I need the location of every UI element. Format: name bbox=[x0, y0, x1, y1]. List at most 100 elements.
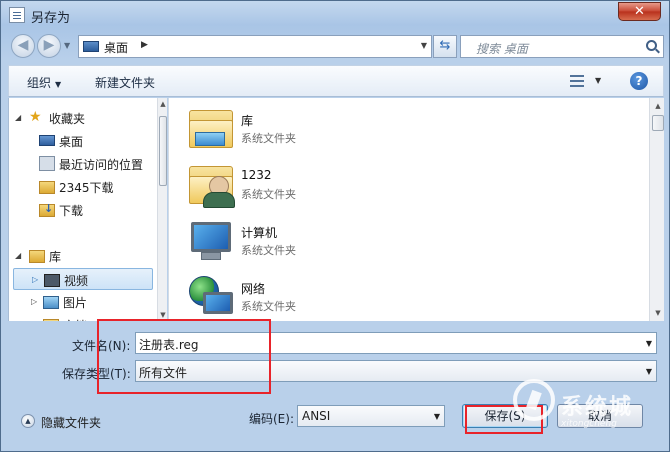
sidebar-item-recent-places[interactable]: 最近访问的位置 bbox=[35, 153, 153, 175]
address-dropdown[interactable]: ▼ bbox=[421, 41, 427, 50]
close-button[interactable]: ✕ bbox=[618, 2, 661, 21]
sidebar-item-videos[interactable]: ▷ 视频 bbox=[13, 268, 153, 290]
sidebar-item-desktop[interactable]: 桌面 bbox=[35, 130, 153, 152]
collapse-arrow-icon[interactable]: ◢ bbox=[15, 113, 21, 122]
filename-label: 文件名(N): bbox=[72, 339, 131, 353]
folder-icon bbox=[39, 181, 55, 194]
file-item-user-1232[interactable]: 1232 系统文件夹 bbox=[187, 158, 587, 212]
filename-value[interactable]: 注册表.reg bbox=[139, 336, 199, 353]
organize-button[interactable]: 组织 ▼ bbox=[27, 74, 61, 91]
documents-icon bbox=[43, 319, 59, 321]
cancel-button[interactable]: 取消 bbox=[557, 404, 643, 428]
chevron-down-icon[interactable]: ▼ bbox=[646, 367, 652, 376]
back-button[interactable]: ◀ bbox=[11, 34, 35, 58]
navigation-pane-scrollbar[interactable]: ▲ ▼ bbox=[157, 98, 167, 321]
sidebar-item-documents[interactable]: ▷ 文档 bbox=[13, 314, 153, 321]
expand-arrow-icon[interactable]: ▷ bbox=[31, 320, 37, 321]
filetype-select[interactable]: 所有文件 ▼ bbox=[135, 360, 657, 382]
sidebar-item-favorites[interactable]: ◢ ★ 收藏夹 bbox=[13, 107, 153, 129]
expand-arrow-icon[interactable]: ▷ bbox=[32, 275, 38, 284]
pictures-icon bbox=[43, 296, 59, 309]
scroll-down-icon[interactable]: ▼ bbox=[653, 309, 663, 317]
user-folder-icon bbox=[187, 162, 235, 208]
save-as-dialog: 另存为 ✕ ◀ ▶ ▼ 桌面 ▶ ▼ ⇆ 搜索 桌面 组织 ▼ 新建文件夹 ▼ ?… bbox=[0, 0, 670, 452]
filetype-label: 保存类型(T): bbox=[62, 367, 131, 381]
file-item-network[interactable]: 网络 系统文件夹 bbox=[187, 270, 587, 321]
network-icon bbox=[187, 274, 235, 320]
file-type: 系统文件夹 bbox=[241, 244, 296, 257]
highlight-box-filename-type bbox=[97, 319, 271, 394]
encoding-select[interactable]: ANSI ▼ bbox=[297, 405, 445, 427]
filetype-value: 所有文件 bbox=[139, 366, 188, 380]
search-input[interactable]: 搜索 桌面 bbox=[460, 35, 664, 58]
star-icon: ★ bbox=[29, 109, 42, 125]
sidebar-item-pictures[interactable]: ▷ 图片 bbox=[13, 291, 153, 313]
recent-pages-dropdown[interactable]: ▼ bbox=[64, 41, 70, 50]
search-icon[interactable] bbox=[646, 40, 657, 51]
new-folder-button[interactable]: 新建文件夹 bbox=[95, 74, 155, 91]
navigation-pane: ◢ ★ 收藏夹 桌面 最近访问的位置 2345下载 下载 ◢ 库 ▷ 视频 bbox=[8, 98, 167, 321]
file-name: 库 bbox=[241, 114, 254, 128]
downloads-icon bbox=[39, 202, 55, 217]
search-placeholder: 搜索 桌面 bbox=[476, 42, 528, 56]
window-title: 另存为 bbox=[31, 11, 71, 26]
navigation-bar: ◀ ▶ ▼ 桌面 ▶ ▼ ⇆ 搜索 桌面 bbox=[8, 31, 664, 59]
title-bar: 另存为 ✕ bbox=[1, 1, 669, 31]
sidebar-item-label: 库 bbox=[49, 250, 62, 264]
chevron-down-icon[interactable]: ▼ bbox=[646, 339, 652, 348]
file-item-computer[interactable]: 计算机 系统文件夹 bbox=[187, 214, 587, 268]
sidebar-item-label: 2345下载 bbox=[59, 181, 114, 195]
file-item-library[interactable]: 库 系统文件夹 bbox=[187, 102, 587, 156]
address-location[interactable]: 桌面 bbox=[104, 39, 128, 56]
file-name: 计算机 bbox=[241, 226, 278, 240]
encoding-value: ANSI bbox=[302, 409, 331, 423]
save-button[interactable]: 保存(S) bbox=[462, 404, 548, 428]
command-toolbar: 组织 ▼ 新建文件夹 ▼ ? bbox=[8, 65, 664, 97]
sidebar-item-label: 桌面 bbox=[59, 135, 84, 149]
notepad-icon bbox=[9, 7, 25, 23]
filename-input[interactable]: 注册表.reg ▼ bbox=[135, 332, 657, 354]
sidebar-item-downloads[interactable]: 下载 bbox=[35, 199, 153, 221]
sidebar-item-label: 收藏夹 bbox=[49, 112, 86, 126]
scroll-up-icon[interactable]: ▲ bbox=[159, 100, 167, 108]
forward-button[interactable]: ▶ bbox=[37, 34, 61, 58]
sidebar-item-2345-downloads[interactable]: 2345下载 bbox=[35, 176, 153, 198]
view-dropdown[interactable]: ▼ bbox=[595, 76, 601, 85]
sidebar-item-label: 图片 bbox=[63, 296, 88, 310]
sidebar-item-label: 下载 bbox=[59, 204, 84, 218]
file-name: 网络 bbox=[241, 282, 266, 296]
library-icon bbox=[29, 250, 45, 263]
file-name: 1232 bbox=[241, 168, 272, 182]
file-type: 系统文件夹 bbox=[241, 300, 296, 313]
recent-places-icon bbox=[39, 156, 55, 171]
computer-icon bbox=[187, 218, 235, 264]
file-type: 系统文件夹 bbox=[241, 188, 296, 201]
collapse-arrow-icon[interactable]: ◢ bbox=[15, 251, 21, 260]
scrollbar-thumb[interactable] bbox=[652, 115, 664, 131]
desktop-icon bbox=[83, 41, 99, 52]
desktop-icon bbox=[39, 135, 55, 146]
encoding-label: 编码(E): bbox=[249, 412, 294, 426]
help-icon[interactable]: ? bbox=[630, 72, 648, 90]
scroll-down-icon[interactable]: ▼ bbox=[159, 311, 167, 319]
collapse-up-icon[interactable]: ▲ bbox=[21, 414, 35, 428]
sidebar-item-label: 最近访问的位置 bbox=[59, 158, 144, 172]
hide-folders-label: 隐藏文件夹 bbox=[41, 416, 102, 430]
refresh-button[interactable]: ⇆ bbox=[433, 35, 457, 58]
file-type: 系统文件夹 bbox=[241, 132, 296, 145]
organize-label: 组织 bbox=[27, 76, 52, 90]
view-options-icon[interactable] bbox=[570, 75, 584, 87]
file-list-scrollbar[interactable]: ▲ ▼ bbox=[649, 98, 664, 321]
video-icon bbox=[44, 274, 60, 287]
chevron-down-icon[interactable]: ▼ bbox=[434, 412, 440, 421]
scrollbar-thumb[interactable] bbox=[159, 116, 167, 186]
sidebar-item-label: 文档 bbox=[63, 317, 87, 321]
chevron-down-icon: ▼ bbox=[55, 80, 62, 89]
address-bar[interactable]: 桌面 ▶ ▼ bbox=[78, 35, 432, 58]
library-folder-icon bbox=[187, 106, 235, 152]
expand-arrow-icon[interactable]: ▷ bbox=[31, 297, 37, 306]
sidebar-item-libraries[interactable]: ◢ 库 bbox=[13, 245, 153, 267]
chevron-right-icon[interactable]: ▶ bbox=[141, 40, 148, 50]
file-list: 库 系统文件夹 1232 系统文件夹 计算机 系统文件夹 网络 系统文件夹 ▲ bbox=[168, 98, 664, 321]
scroll-up-icon[interactable]: ▲ bbox=[653, 102, 663, 110]
